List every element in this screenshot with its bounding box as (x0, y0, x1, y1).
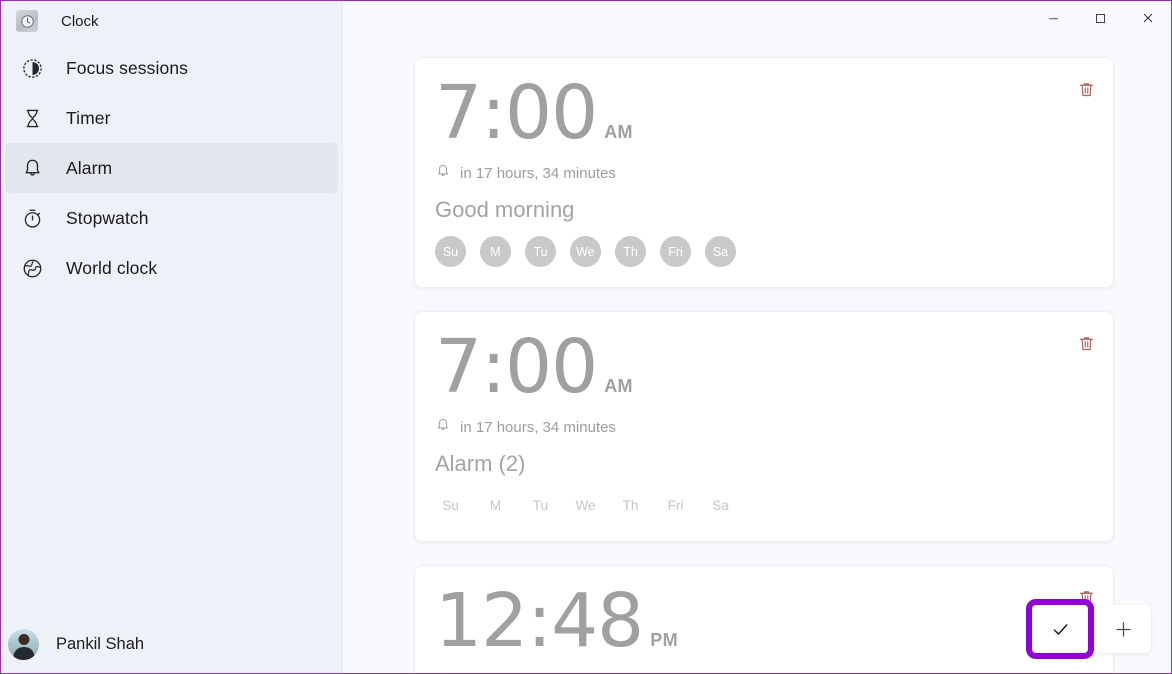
delete-alarm-button[interactable] (1071, 328, 1101, 358)
alarm-remaining: in 17 hours, 34 minutes (460, 165, 616, 183)
sidebar-item-label: Focus sessions (66, 57, 189, 78)
bell-icon (435, 417, 451, 438)
alarm-time: 7:00 (435, 70, 598, 156)
alarm-meridiem: PM (650, 630, 678, 650)
alarm-time: 12:48 (435, 578, 644, 664)
clock-app-window: Clock Focus sessions Timer Alarm Stopwat… (0, 0, 1172, 674)
day-pill: M (480, 236, 511, 268)
alarm-remaining-row: in 23 hours, 22 minutes (435, 671, 1093, 673)
sidebar-item-stopwatch[interactable]: Stopwatch (5, 193, 338, 243)
focus-sessions-icon (15, 51, 49, 85)
day-label: Th (622, 498, 639, 514)
day-label: We (575, 498, 596, 514)
alarm-card[interactable]: 7:00 AM in 17 hours, 34 minutes Alarm (2… (414, 311, 1114, 542)
maximize-icon (1096, 13, 1105, 23)
trash-icon (1079, 336, 1093, 350)
globe-icon (15, 251, 49, 285)
window-controls (1030, 1, 1171, 35)
minimize-icon (1049, 17, 1058, 19)
sidebar-item-label: Alarm (66, 157, 113, 178)
alarm-remaining-row: in 17 hours, 34 minutes (435, 417, 1093, 438)
account-row[interactable]: Pankil Shah (1, 619, 342, 673)
command-bar (1032, 601, 1151, 657)
navigation-sidebar: Clock Focus sessions Timer Alarm Stopwat… (1, 1, 342, 673)
maximize-button[interactable] (1077, 1, 1124, 35)
alarm-time-row: 7:00 AM (435, 70, 1093, 156)
stopwatch-icon (15, 201, 49, 235)
day-pill: Su (435, 236, 466, 268)
sidebar-item-focus-sessions[interactable]: Focus sessions (5, 43, 338, 93)
main-content: 7:00 AM in 17 hours, 34 minutes Good mor… (342, 1, 1171, 673)
sidebar-item-label: Stopwatch (66, 207, 149, 228)
alarm-card[interactable]: 12:48 PM in 23 hours, 22 minutes (414, 565, 1114, 673)
close-icon (1143, 13, 1152, 23)
close-button[interactable] (1124, 1, 1171, 35)
alarm-card[interactable]: 7:00 AM in 17 hours, 34 minutes Good mor… (414, 57, 1114, 288)
sidebar-item-label: Timer (66, 107, 111, 128)
day-label: Su (442, 498, 459, 514)
delete-alarm-button[interactable] (1071, 74, 1101, 104)
alarm-meridiem: AM (604, 376, 633, 396)
done-button[interactable] (1032, 605, 1088, 653)
alarm-remaining: in 17 hours, 34 minutes (460, 419, 616, 437)
add-alarm-button[interactable] (1095, 605, 1151, 653)
bell-icon (435, 163, 451, 184)
alarm-days: Su M Tu We Th Fri Sa (435, 236, 1093, 268)
bell-icon (435, 671, 451, 673)
alarm-list: 7:00 AM in 17 hours, 34 minutes Good mor… (414, 57, 1114, 673)
alarm-meridiem: AM (604, 122, 633, 142)
avatar (8, 628, 39, 660)
sidebar-item-world-clock[interactable]: World clock (5, 243, 338, 293)
minimize-button[interactable] (1030, 1, 1077, 35)
app-title: Clock (61, 12, 99, 30)
day-pill: We (570, 236, 601, 268)
day-label: Fri (667, 498, 684, 514)
sidebar-item-alarm[interactable]: Alarm (5, 143, 338, 193)
account-name: Pankil Shah (56, 634, 145, 653)
alarm-name: Alarm (2) (435, 451, 526, 477)
checkmark-icon (1053, 623, 1067, 635)
day-pill: Tu (525, 236, 556, 268)
sidebar-item-timer[interactable]: Timer (5, 93, 338, 143)
day-label: M (489, 498, 502, 514)
alarm-remaining-row: in 17 hours, 34 minutes (435, 163, 1093, 184)
plus-icon (1115, 621, 1131, 637)
day-pill: Sa (705, 236, 736, 268)
sidebar-item-label: World clock (66, 257, 158, 278)
alarm-days: Su M Tu We Th Fri Sa (435, 490, 1093, 521)
day-pill: Th (615, 236, 646, 268)
alarm-name: Good morning (435, 197, 575, 223)
day-label: Tu (532, 498, 549, 514)
day-label: Sa (712, 498, 729, 514)
timer-hourglass-icon (15, 101, 49, 135)
app-title-row: Clock (1, 1, 342, 41)
alarm-bell-icon (15, 151, 49, 185)
day-pill: Fri (660, 236, 691, 268)
alarm-time-row: 7:00 AM (435, 324, 1093, 410)
nav-list: Focus sessions Timer Alarm Stopwatch Wor… (1, 41, 342, 293)
alarm-time: 7:00 (435, 324, 598, 410)
alarm-time-row: 12:48 PM (435, 578, 1093, 664)
clock-icon (16, 10, 38, 32)
trash-icon (1079, 82, 1093, 96)
